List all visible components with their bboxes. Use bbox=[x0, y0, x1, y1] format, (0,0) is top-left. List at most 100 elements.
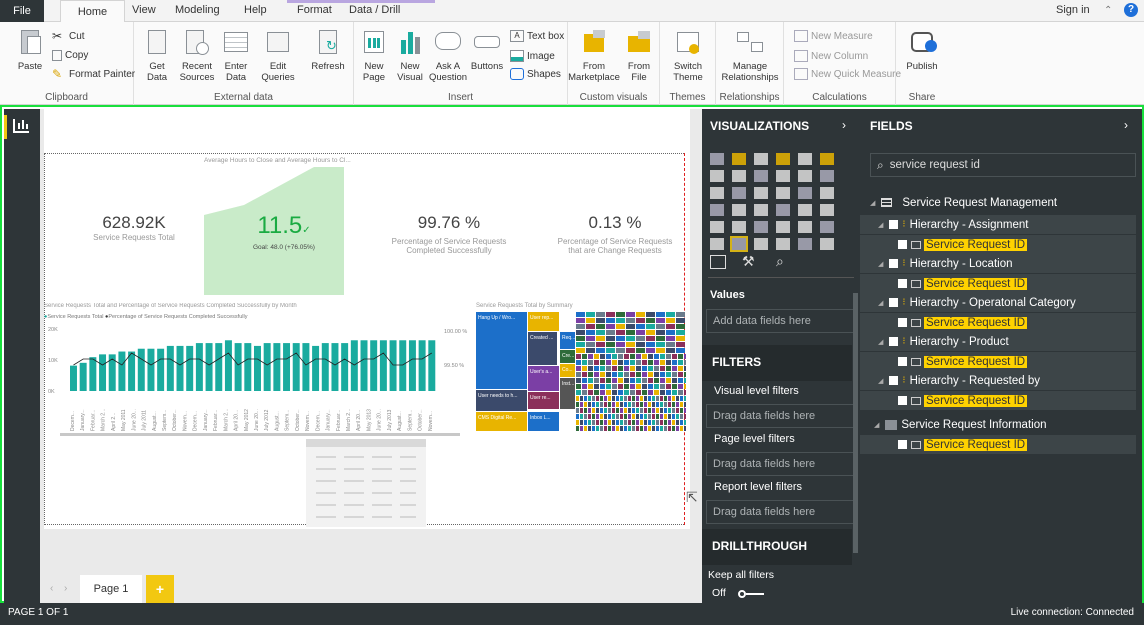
treemap-tile[interactable] bbox=[608, 426, 611, 431]
bar[interactable] bbox=[312, 345, 320, 391]
treemap-tile[interactable] bbox=[596, 426, 599, 431]
treemap-tile[interactable] bbox=[636, 384, 641, 389]
treemap-tile[interactable] bbox=[624, 408, 627, 413]
treemap-tile[interactable] bbox=[616, 414, 619, 419]
treemap-tile[interactable] bbox=[588, 366, 593, 371]
treemap-tile[interactable] bbox=[676, 408, 679, 413]
text-box-button[interactable]: A Text box bbox=[510, 30, 564, 42]
treemap-tile[interactable] bbox=[592, 426, 595, 431]
treemap-tile[interactable] bbox=[612, 426, 615, 431]
treemap-tile[interactable] bbox=[640, 402, 643, 407]
format-tab-icon[interactable]: ⚒ bbox=[742, 253, 755, 270]
treemap-tile[interactable] bbox=[668, 426, 671, 431]
treemap-tile[interactable] bbox=[660, 366, 665, 371]
treemap-tile[interactable] bbox=[632, 414, 635, 419]
treemap-tile[interactable] bbox=[630, 390, 635, 395]
bar[interactable] bbox=[166, 345, 174, 391]
treemap-tile[interactable] bbox=[584, 402, 587, 407]
bar[interactable] bbox=[234, 343, 242, 391]
treemap-tile[interactable] bbox=[576, 360, 581, 365]
treemap-tile[interactable] bbox=[616, 318, 625, 323]
treemap-tile[interactable] bbox=[644, 396, 647, 401]
checkbox-icon[interactable] bbox=[898, 396, 907, 405]
treemap-tile[interactable] bbox=[666, 390, 671, 395]
kpi-change-requests[interactable]: 0.13 % Percentage of Service Requests th… bbox=[550, 213, 680, 255]
treemap-tile[interactable] bbox=[664, 396, 667, 401]
treemap-tile[interactable] bbox=[576, 348, 585, 353]
treemap-tile[interactable] bbox=[600, 360, 605, 365]
bar[interactable] bbox=[254, 345, 261, 391]
bar[interactable] bbox=[157, 348, 165, 391]
sign-in-link[interactable]: Sign in bbox=[1056, 4, 1090, 16]
collapse-fields-icon[interactable]: › bbox=[1124, 118, 1128, 132]
treemap-tile[interactable] bbox=[628, 414, 631, 419]
treemap-tile[interactable] bbox=[636, 324, 645, 329]
report-page[interactable]: Average Hours to Close and Average Hours… bbox=[44, 109, 690, 529]
treemap-tile[interactable] bbox=[624, 366, 629, 371]
treemap-tile[interactable] bbox=[636, 348, 645, 353]
treemap-tile[interactable] bbox=[648, 390, 653, 395]
edit-queries-button[interactable]: Edit Queries bbox=[258, 28, 298, 83]
treemap-tile[interactable] bbox=[612, 396, 615, 401]
treemap-tile[interactable] bbox=[684, 396, 686, 401]
treemap-tile[interactable] bbox=[600, 408, 603, 413]
treemap-tile[interactable] bbox=[600, 396, 603, 401]
checkbox-icon[interactable] bbox=[898, 240, 907, 249]
page-filters-drop-zone[interactable]: Drag data fields here bbox=[706, 452, 856, 476]
treemap-tile[interactable] bbox=[678, 390, 683, 395]
treemap-tile[interactable] bbox=[656, 324, 665, 329]
treemap-tile[interactable] bbox=[652, 396, 655, 401]
treemap-tile[interactable] bbox=[684, 390, 686, 395]
treemap-tile[interactable] bbox=[594, 378, 599, 383]
treemap-tile[interactable] bbox=[606, 342, 615, 347]
bar[interactable] bbox=[389, 340, 397, 391]
treemap-tile[interactable] bbox=[576, 378, 581, 383]
treemap-tile[interactable] bbox=[630, 378, 635, 383]
tab-page-1[interactable]: Page 1 bbox=[80, 575, 142, 603]
treemap-tile[interactable] bbox=[656, 408, 659, 413]
treemap-tile[interactable] bbox=[628, 426, 631, 431]
treemap-tile[interactable] bbox=[580, 420, 583, 425]
treemap-tile[interactable] bbox=[588, 378, 593, 383]
field-service-request-id[interactable]: Service Request ID bbox=[860, 274, 1136, 293]
treemap-tile[interactable] bbox=[606, 366, 611, 371]
field-service-request-id[interactable]: Service Request ID bbox=[860, 352, 1136, 371]
refresh-button[interactable]: ↻ Refresh bbox=[310, 28, 346, 72]
treemap-tile[interactable] bbox=[624, 402, 627, 407]
treemap-tile[interactable] bbox=[624, 384, 629, 389]
treemap-tile[interactable] bbox=[648, 384, 653, 389]
treemap-tile[interactable] bbox=[584, 420, 587, 425]
treemap-tile[interactable] bbox=[654, 372, 659, 377]
visual-type-icon[interactable] bbox=[754, 170, 768, 182]
bar[interactable] bbox=[186, 345, 194, 391]
bar[interactable] bbox=[147, 348, 155, 391]
checkbox-icon[interactable] bbox=[898, 357, 907, 366]
bar[interactable] bbox=[283, 343, 291, 391]
treemap-tile[interactable] bbox=[648, 420, 651, 425]
kpi-goal-card[interactable]: 11.5✓ Goal: 48.0 (+76.05%) bbox=[234, 213, 334, 252]
treemap-tile[interactable] bbox=[586, 342, 595, 347]
bar[interactable] bbox=[128, 351, 136, 391]
bar[interactable] bbox=[137, 348, 145, 391]
treemap-tile[interactable] bbox=[596, 336, 605, 341]
treemap-tile[interactable] bbox=[642, 354, 647, 359]
treemap-tile[interactable] bbox=[642, 366, 647, 371]
hierarchy-row[interactable]: ◢ ⁝ Hierarchy - Location bbox=[860, 254, 1136, 273]
treemap-tile[interactable] bbox=[606, 354, 611, 359]
field-service-request-id[interactable]: Service Request ID bbox=[860, 235, 1136, 254]
treemap-tile[interactable] bbox=[594, 384, 599, 389]
treemap-tile[interactable] bbox=[676, 402, 679, 407]
treemap-tile[interactable] bbox=[636, 396, 639, 401]
tab-help[interactable]: Help bbox=[244, 4, 267, 16]
buttons-button[interactable]: Buttons bbox=[470, 28, 504, 72]
bar[interactable] bbox=[341, 343, 349, 391]
treemap-tile[interactable] bbox=[630, 384, 635, 389]
treemap-tile[interactable] bbox=[656, 342, 665, 347]
treemap-tile[interactable] bbox=[624, 360, 629, 365]
treemap-tile[interactable] bbox=[660, 426, 663, 431]
line-series[interactable] bbox=[73, 352, 433, 366]
report-filters-drop-zone[interactable]: Drag data fields here bbox=[706, 500, 856, 524]
bar[interactable] bbox=[399, 340, 407, 391]
treemap-tile[interactable] bbox=[620, 396, 623, 401]
treemap-tile[interactable] bbox=[672, 408, 675, 413]
